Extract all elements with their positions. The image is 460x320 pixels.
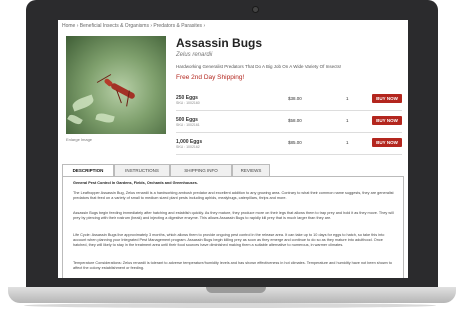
option-row: 1,000 Eggs SKU : 1002162 $85.00 1 BUY NO… [176, 136, 402, 155]
tab-instructions[interactable]: INSTRUCTIONS [114, 164, 170, 176]
browser-viewport: Home › Beneficial Insects & Organisms › … [58, 20, 408, 278]
option-row: 250 Eggs SKU : 1002160 $38.00 1 BUY NOW [176, 92, 402, 111]
tab-content: General Pest Control In Gardens, Fields,… [62, 176, 404, 278]
product-title: Assassin Bugs [176, 36, 263, 50]
description-paragraph: Life Cycle: Assassin Bugs live approxima… [73, 233, 385, 247]
bug-body-shape [110, 82, 136, 100]
option-sku: SKU : 1002162 [176, 145, 200, 149]
description-paragraph: The Leafhopper Assassin Bug, Zelus renar… [73, 191, 394, 200]
laptop-shadow [24, 303, 436, 308]
breadcrumb[interactable]: Home › Beneficial Insects & Organisms › … [62, 23, 205, 29]
option-price: $38.00 [288, 96, 302, 101]
description-heading: General Pest Control In Gardens, Fields,… [73, 181, 198, 185]
description-paragraph: Assassin Bugs begin feeding immediately … [73, 211, 394, 220]
enlarge-image-link[interactable]: Enlarge Image [66, 137, 92, 142]
scientific-name: Zelus renardii [176, 52, 213, 58]
webcam-icon [252, 6, 259, 13]
tab-reviews[interactable]: REVIEWS [232, 164, 270, 176]
tab-bar: DESCRIPTION INSTRUCTIONS SHIPPING INFO R… [62, 164, 402, 177]
leaf-shape [67, 112, 83, 127]
product-tagline: Hardworking Generalist Predators That Do… [176, 64, 342, 69]
description-paragraph: Temperature Considerations: Zelus renard… [73, 261, 392, 270]
quantity-field[interactable]: 1 [346, 96, 349, 101]
leaf-shape [95, 111, 115, 125]
buy-now-button[interactable]: BUY NOW [372, 116, 402, 125]
laptop-notch [206, 287, 266, 293]
product-image[interactable] [66, 36, 166, 134]
quantity-field[interactable]: 1 [346, 118, 349, 123]
quantity-field[interactable]: 1 [346, 140, 349, 145]
leaf-shape [70, 94, 96, 112]
buy-now-button[interactable]: BUY NOW [372, 138, 402, 147]
option-sku: SKU : 1002160 [176, 101, 200, 105]
option-row: 500 Eggs SKU : 1002161 $58.00 1 BUY NOW [176, 114, 402, 133]
laptop-base [8, 287, 456, 303]
shipping-promo: Free 2nd Day Shipping! [176, 74, 245, 81]
option-price: $85.00 [288, 140, 302, 145]
buy-now-button[interactable]: BUY NOW [372, 94, 402, 103]
option-sku: SKU : 1002161 [176, 123, 200, 127]
tab-shipping-info[interactable]: SHIPPING INFO [170, 164, 232, 176]
option-price: $58.00 [288, 118, 302, 123]
